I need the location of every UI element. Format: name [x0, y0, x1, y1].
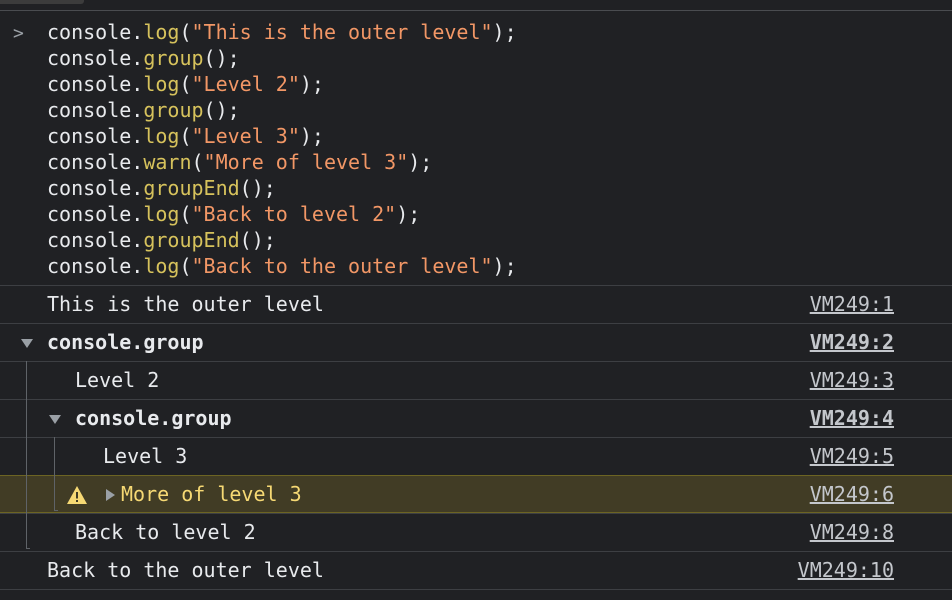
expand-triangle-icon[interactable] [49, 415, 61, 424]
code-token: console. [47, 176, 144, 200]
log-row-back-to-level-2[interactable]: Back to level 2 VM249:8 [0, 513, 952, 550]
log-row-back-to-outer-level[interactable]: Back to the outer level VM249:10 [0, 551, 952, 588]
code-token: console. [47, 150, 144, 174]
code-token: log [143, 72, 180, 96]
code-line: console.log("Back to level 2"); [47, 201, 420, 227]
log-message: Back to the outer level [47, 558, 324, 582]
code-token: groupEnd [143, 228, 240, 252]
code-token: "Back to the outer level" [191, 254, 493, 278]
code-line: console.log("Back to the outer level"); [47, 253, 517, 279]
source-link[interactable]: VM249:6 [810, 476, 894, 513]
code-token: "Level 2" [191, 72, 300, 96]
expand-triangle-icon[interactable] [21, 339, 33, 348]
code-line: console.groupEnd(); [47, 175, 276, 201]
code-token: group [143, 46, 204, 70]
source-link[interactable]: VM249:5 [810, 438, 894, 475]
group-guide-line-inner [54, 437, 55, 510]
code-line: console.log("This is the outer level"); [47, 19, 517, 45]
group-label: console.group [47, 330, 204, 354]
log-row-level-3[interactable]: Level 3 VM249:5 [0, 437, 952, 474]
source-link[interactable]: VM249:10 [798, 552, 894, 589]
code-token: (); [239, 176, 276, 200]
code-token: console. [47, 228, 144, 252]
log-row-partial [0, 589, 952, 600]
code-token: ( [179, 72, 192, 96]
code-token: "Level 3" [191, 124, 300, 148]
log-message: Level 3 [103, 444, 188, 468]
log-row-outer-level[interactable]: This is the outer level VM249:1 [0, 285, 952, 322]
code-token: ( [179, 124, 192, 148]
group-guide-line-outer [26, 361, 27, 548]
code-line: console.groupEnd(); [47, 227, 276, 253]
log-message: This is the outer level [47, 292, 324, 316]
code-token: console. [47, 202, 144, 226]
code-token: "More of level 3" [203, 150, 409, 174]
code-token: ); [492, 20, 517, 44]
code-token: "Back to level 2" [191, 202, 397, 226]
group-guide-end-outer [26, 548, 30, 549]
code-line: console.log("Level 2"); [47, 71, 324, 97]
toolbar-tab-indicator [0, 0, 84, 4]
code-token: console. [47, 20, 144, 44]
code-token: ); [492, 254, 517, 278]
code-token: ( [179, 254, 192, 278]
code-token: ); [299, 124, 324, 148]
group-row-console-group[interactable]: console.group VM249:2 [0, 323, 952, 360]
source-link[interactable]: VM249:2 [810, 324, 894, 361]
source-link[interactable]: VM249:4 [810, 400, 894, 437]
code-line: console.warn("More of level 3"); [47, 149, 432, 175]
code-token: console. [47, 72, 144, 96]
source-link[interactable]: VM249:1 [810, 286, 894, 323]
code-token: log [143, 20, 180, 44]
log-row-level-2[interactable]: Level 2 VM249:3 [0, 361, 952, 398]
code-token: ( [179, 20, 192, 44]
warning-message: More of level 3 [121, 482, 302, 506]
code-line: console.log("Level 3"); [47, 123, 324, 149]
code-token: (); [239, 228, 276, 252]
code-token: console. [47, 124, 144, 148]
log-message: Back to level 2 [75, 520, 256, 544]
code-token: log [143, 254, 180, 278]
code-token: console. [47, 254, 144, 278]
code-line: console.group(); [47, 97, 240, 123]
code-token: log [143, 124, 180, 148]
log-message: Level 2 [75, 368, 160, 392]
group-label: console.group [75, 406, 232, 430]
code-token: ); [299, 72, 324, 96]
warning-icon [67, 486, 87, 504]
code-token: ); [396, 202, 421, 226]
code-token: warn [143, 150, 192, 174]
source-link[interactable]: VM249:8 [810, 514, 894, 551]
code-token: console. [47, 46, 144, 70]
expand-stack-triangle-icon[interactable] [106, 489, 115, 501]
code-token: (); [203, 46, 240, 70]
code-token: console. [47, 98, 144, 122]
code-token: group [143, 98, 204, 122]
code-token: "This is the outer level" [191, 20, 493, 44]
warning-row-more-of-level-3[interactable]: More of level 3 VM249:6 [0, 475, 952, 513]
code-line: console.group(); [47, 45, 240, 71]
group-row-nested-console-group[interactable]: console.group VM249:4 [0, 399, 952, 436]
code-token: log [143, 202, 180, 226]
code-token: ( [179, 202, 192, 226]
code-token: ( [191, 150, 204, 174]
toolbar-divider [0, 10, 952, 11]
source-link[interactable]: VM249:3 [810, 362, 894, 399]
group-guide-end-inner [54, 510, 58, 511]
code-token: ); [408, 150, 433, 174]
prompt-chevron-icon: > [13, 23, 24, 44]
code-token: (); [203, 98, 240, 122]
code-token: groupEnd [143, 176, 240, 200]
